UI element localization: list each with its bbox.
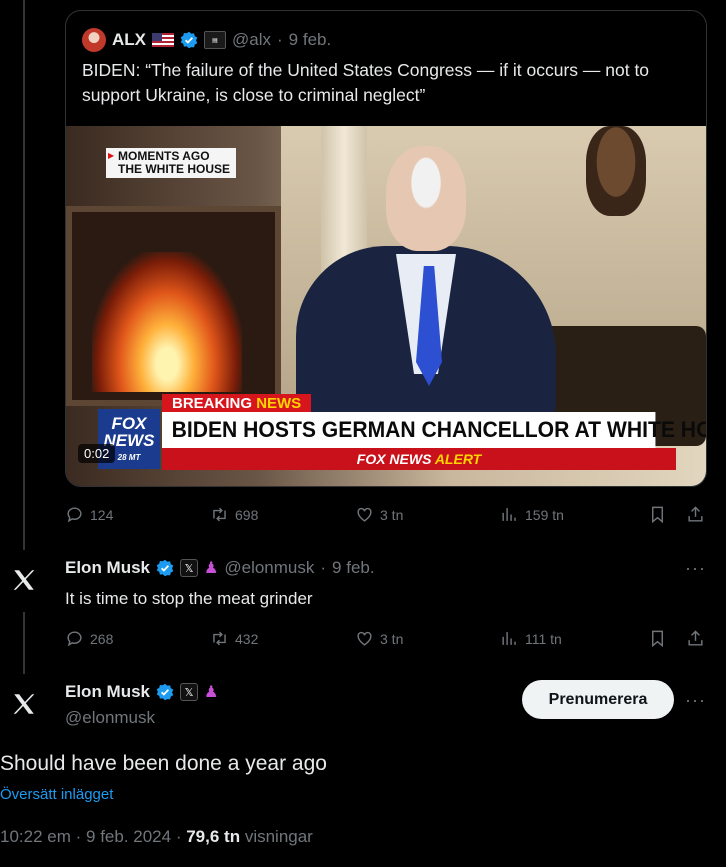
views-button[interactable]: 111 tn [500, 629, 562, 648]
reply-icon [67, 631, 82, 647]
bookmark-button[interactable] [648, 629, 667, 648]
quoted-post-text: BIDEN: “The failure of the United States… [82, 60, 650, 105]
post-date[interactable]: 9 feb. 2024 [86, 827, 171, 846]
main-author-handle[interactable]: @elonmusk [65, 708, 155, 728]
like-icon [357, 507, 372, 522]
thread-line-top [23, 0, 25, 550]
share-button[interactable] [686, 629, 705, 648]
bookmark-icon [652, 630, 663, 648]
repost-icon [213, 507, 226, 522]
us-flag-icon [152, 33, 174, 47]
repost-icon [213, 631, 226, 646]
quoted-author-handle[interactable]: @alx [232, 30, 271, 50]
main-post-header: Elon Musk 𝕏 ♟ [65, 682, 218, 702]
views-icon [502, 632, 516, 645]
post-meta: 10:22 em · 9 feb. 2024 · 79,6 tn visning… [0, 827, 313, 846]
x-affiliate-badge-icon: 𝕏 [180, 683, 199, 701]
affiliate-badge-icon: ▤ [204, 31, 226, 49]
main-author-name[interactable]: Elon Musk [65, 682, 150, 702]
news-alert-bar: FOX NEWS ALERT [162, 448, 676, 470]
gov-badge-icon: ♟ [204, 684, 219, 701]
avatar[interactable] [4, 684, 44, 724]
breaking-news-tag: BREAKING NEWS [162, 394, 312, 413]
share-button[interactable] [686, 505, 705, 524]
subscribe-button[interactable]: Prenumerera [522, 680, 674, 719]
verified-icon [180, 31, 198, 49]
bookmark-button[interactable] [648, 505, 667, 524]
quoted-post-header: ALX ▤ @alx · 9 feb. [82, 28, 331, 52]
repost-button[interactable]: 432 [210, 629, 258, 648]
video-location-tag: MOMENTS AGO THE WHITE HOUSE [106, 148, 237, 178]
verified-icon [156, 683, 174, 701]
main-post-text: Should have been done a year ago [0, 752, 327, 775]
quoted-post-card[interactable]: ALX ▤ @alx · 9 feb. BIDEN: “The failure … [65, 10, 707, 487]
video-scene-bust [586, 126, 646, 216]
reply-button[interactable]: 268 [65, 629, 113, 648]
reply-post-date[interactable]: 9 feb. [332, 558, 375, 578]
x-logo-icon [13, 694, 35, 714]
like-icon [357, 631, 372, 646]
quoted-author-name[interactable]: ALX [112, 30, 146, 50]
translate-link[interactable]: Översätt inlägget [0, 786, 113, 803]
x-affiliate-badge-icon: 𝕏 [180, 559, 199, 577]
reply-post-header: Elon Musk 𝕏 ♟ @elonmusk · 9 feb. [65, 558, 375, 578]
verified-icon [156, 559, 174, 577]
repost-button[interactable]: 698 [210, 505, 258, 524]
views-icon [502, 508, 516, 521]
gov-badge-icon: ♟ [204, 560, 219, 577]
post-time[interactable]: 10:22 em [0, 827, 71, 846]
like-button[interactable]: 3 tn [355, 629, 403, 648]
reply-button[interactable]: 124 [65, 505, 113, 524]
like-button[interactable]: 3 tn [355, 505, 403, 524]
x-logo-icon [13, 570, 35, 590]
more-icon[interactable]: ··· [685, 690, 706, 711]
share-icon [688, 506, 703, 522]
video-duration: 0:02 [78, 444, 116, 463]
avatar[interactable] [4, 560, 44, 600]
views-button[interactable]: 159 tn [500, 505, 564, 524]
views-count[interactable]: 79,6 tn [186, 827, 240, 846]
thread-line-mid [23, 612, 25, 674]
more-icon[interactable]: ··· [685, 558, 706, 579]
reply-icon [67, 507, 82, 523]
news-headline: BIDEN HOSTS GERMAN CHANCELLOR AT WHITE H… [162, 412, 706, 448]
reply-author-name[interactable]: Elon Musk [65, 558, 150, 578]
bookmark-icon [652, 506, 663, 524]
avatar[interactable] [82, 28, 106, 52]
views-label: visningar [244, 827, 313, 846]
reply-author-handle[interactable]: @elonmusk [224, 558, 314, 578]
quoted-post-date[interactable]: 9 feb. [289, 30, 332, 50]
video-scene-person [386, 146, 466, 251]
video-player[interactable]: MOMENTS AGO THE WHITE HOUSE FOX NEWS 28 … [66, 126, 706, 486]
reply-post-text: It is time to stop the meat grinder [65, 589, 313, 608]
share-icon [688, 630, 703, 646]
video-scene-fireplace [66, 206, 281, 406]
